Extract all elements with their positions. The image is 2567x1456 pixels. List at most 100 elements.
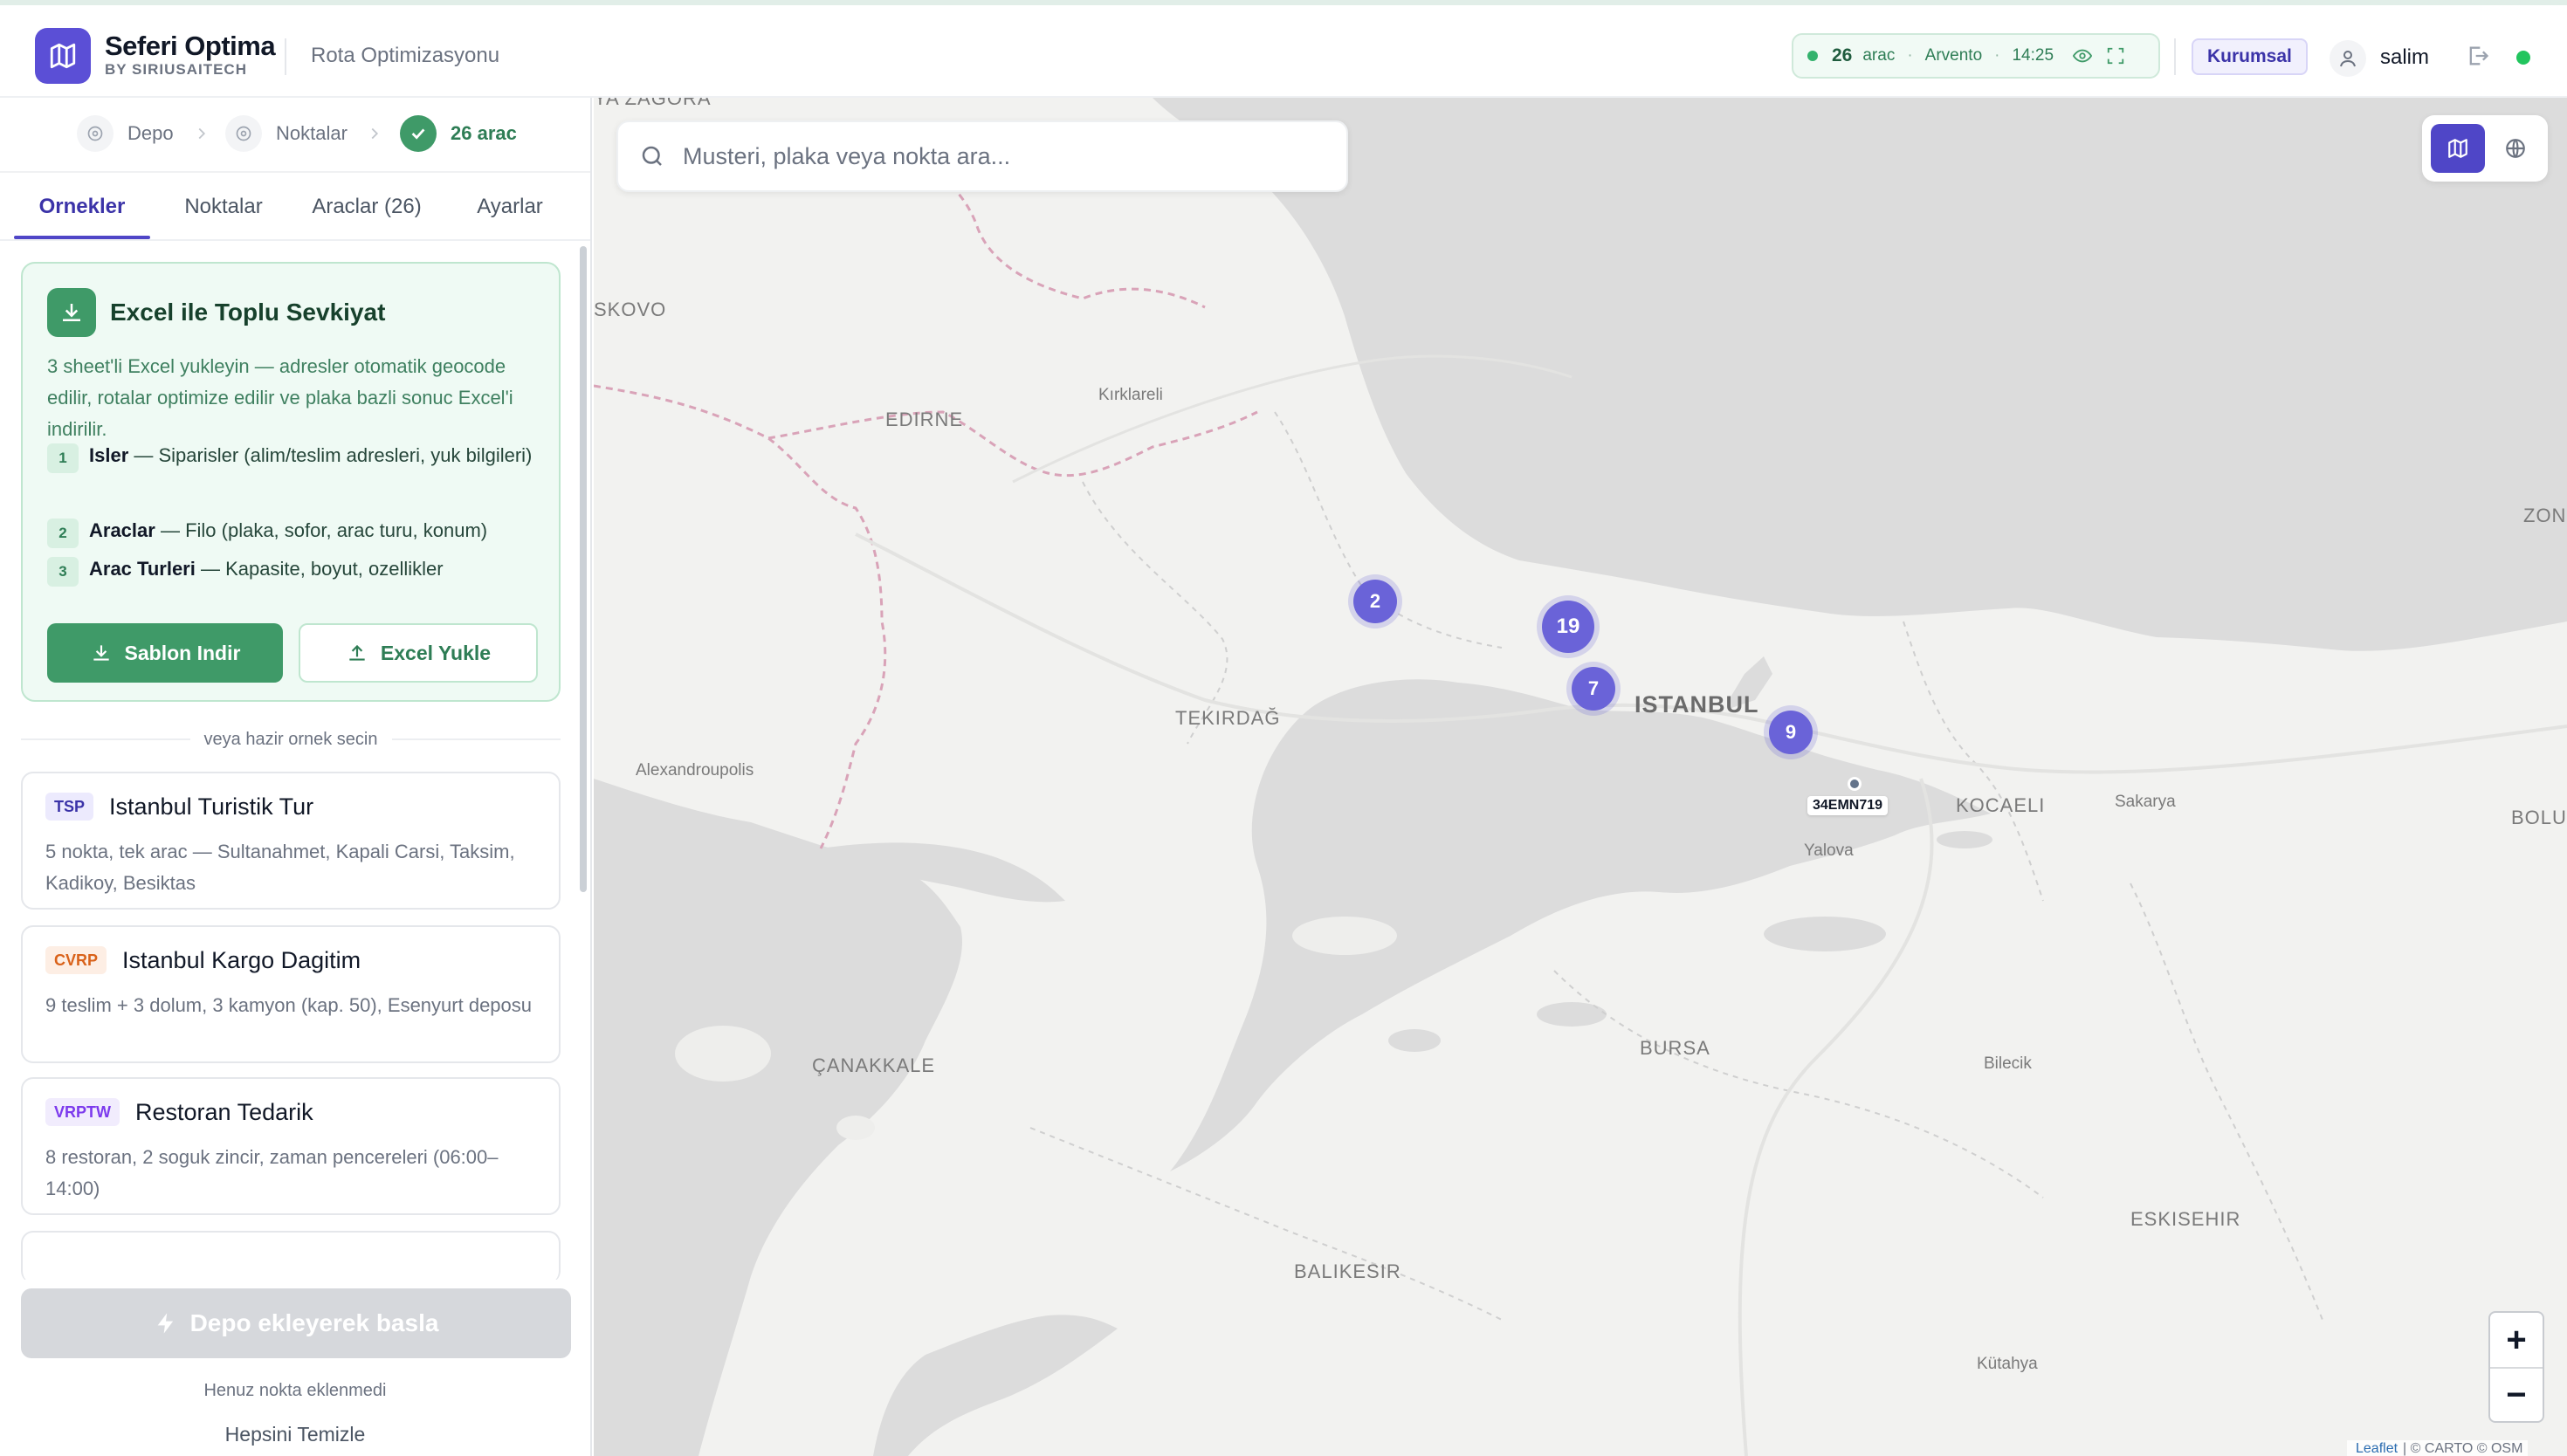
- upload-excel-label: Excel Yukle: [380, 641, 492, 664]
- black-sea: [1153, 98, 2567, 651]
- chevron-right-icon: [371, 127, 379, 140]
- problem-type-badge: CVRP: [45, 946, 107, 974]
- step-label: Depo: [127, 122, 174, 144]
- place-label: BALIKESIR: [1294, 1260, 1401, 1282]
- clear-all-link[interactable]: Hepsini Temizle: [0, 1423, 590, 1446]
- sidebar-tabs: Ornekler Noktalar Araclar (26) Ayarlar: [0, 173, 590, 241]
- divider-line: [391, 738, 561, 740]
- map-search-input[interactable]: [683, 142, 1329, 170]
- step-depo[interactable]: Depo: [77, 113, 174, 154]
- map-cluster[interactable]: 19: [1542, 601, 1594, 653]
- map-cluster[interactable]: 7: [1572, 667, 1615, 711]
- sheet-description: — Siparisler (alim/teslim adresleri, yuk…: [128, 444, 533, 466]
- globe-icon: [2506, 139, 2525, 158]
- user-name[interactable]: salim: [2380, 45, 2429, 70]
- map-tiles: [594, 98, 2567, 1456]
- app-name: Seferi Optima: [105, 31, 276, 61]
- sidebar-footer: Depo ekleyerek basla Henuz nokta eklenme…: [0, 1280, 590, 1456]
- map-layer-button[interactable]: [2431, 124, 2485, 173]
- sidebar-content: Excel ile Toplu Sevkiyat 3 sheet'li Exce…: [0, 241, 590, 1280]
- place-label: BURSA: [1640, 1037, 1710, 1059]
- place-label: Kırklareli: [1098, 386, 1163, 404]
- fleet-status[interactable]: 26 arac · Arvento · 14:25: [1792, 33, 2160, 79]
- zoom-control: + −: [2488, 1311, 2544, 1423]
- map-cluster[interactable]: 2: [1353, 580, 1397, 623]
- step-noktalar[interactable]: Noktalar: [225, 113, 348, 154]
- map-view[interactable]: YA ZAGORA SKOVO Kırklareli EDIRNE TEKIRD…: [594, 98, 2567, 1456]
- sample-description: 8 restoran, 2 soguk zincir, zaman pencer…: [45, 1146, 499, 1199]
- map-cluster[interactable]: 9: [1769, 711, 1813, 754]
- fullscreen-icon[interactable]: [2106, 46, 2125, 65]
- zoom-in-button[interactable]: +: [2490, 1313, 2543, 1367]
- lake-manyas: [1388, 1029, 1441, 1052]
- excel-card-description: 3 sheet'li Excel yukleyin — adresler oto…: [47, 355, 513, 440]
- step-label: 26 arac: [451, 122, 517, 144]
- map-attribution: Leaflet | © CARTO © OSM: [2347, 1440, 2529, 1456]
- vehicle-plate-label[interactable]: 34EMN719: [1807, 796, 1889, 815]
- sheet-item: 3 Arac Turleri — Kapasite, boyut, ozelli…: [47, 555, 536, 587]
- step-vehicles[interactable]: 26 arac: [400, 113, 517, 154]
- place-label: Alexandroupolis: [636, 761, 754, 780]
- separator-dot: ·: [1994, 46, 2000, 65]
- eye-icon[interactable]: [2073, 46, 2093, 65]
- place-label: ISTANBUL: [1634, 691, 1759, 718]
- app-byline: BY SIRIUSAITECH: [105, 61, 247, 78]
- page-title: Rota Optimizasyonu: [311, 44, 500, 67]
- place-label: Bilecik: [1984, 1054, 2032, 1073]
- lake-ulubat: [1537, 1002, 1607, 1027]
- lightning-icon: [157, 1313, 173, 1334]
- province-border: [1082, 481, 1228, 745]
- download-icon: [93, 645, 109, 661]
- separator-dot: ·: [1907, 46, 1913, 65]
- sheet-name: Arac Turleri: [89, 558, 196, 580]
- globe-layer-button[interactable]: [2488, 124, 2543, 173]
- live-status-dot: [1807, 51, 1818, 61]
- logout-icon[interactable]: [2466, 44, 2490, 72]
- leaflet-link[interactable]: Leaflet: [2356, 1441, 2398, 1456]
- tab-ornekler[interactable]: Ornekler: [14, 173, 150, 241]
- start-button-label: Depo ekleyerek basla: [189, 1309, 439, 1336]
- zoom-out-button[interactable]: −: [2490, 1367, 2543, 1421]
- user-avatar-icon[interactable]: [2330, 40, 2366, 77]
- place-label: Sakarya: [2115, 793, 2176, 811]
- map-layer-toggle: [2422, 115, 2548, 182]
- samples-divider-text: veya hazir ornek secin: [203, 729, 378, 749]
- tab-araclar[interactable]: Araclar (26): [297, 173, 437, 241]
- province-border: [2130, 883, 2323, 1321]
- sheet-name: Isler: [89, 444, 129, 466]
- sample-card-cvrp[interactable]: CVRP Istanbul Kargo Dagitim 9 teslim + 3…: [21, 925, 561, 1063]
- tab-noktalar[interactable]: Noktalar: [157, 173, 290, 241]
- divider-line: [21, 738, 190, 740]
- step-pending-icon: [225, 115, 262, 152]
- upload-icon: [349, 644, 365, 661]
- vehicle-marker[interactable]: [1848, 777, 1862, 791]
- app-logo[interactable]: [35, 28, 91, 84]
- sidebar-scrollbar[interactable]: [580, 246, 587, 892]
- sheet-description: — Filo (plaka, sofor, arac turu, konum): [155, 519, 488, 541]
- sheet-item: 1 Isler — Siparisler (alim/teslim adresl…: [47, 442, 536, 473]
- upload-excel-button[interactable]: Excel Yukle: [299, 623, 538, 683]
- download-template-button[interactable]: Sablon Indir: [47, 623, 283, 683]
- sample-card-vrptw[interactable]: VRPTW Restoran Tedarik 8 restoran, 2 sog…: [21, 1077, 561, 1215]
- edremit-gulf: [873, 1315, 1118, 1456]
- marmara-island: [1292, 917, 1397, 955]
- sample-card-partial[interactable]: [21, 1231, 561, 1280]
- problem-type-badge: VRPTW: [45, 1098, 120, 1126]
- tenedos-island: [836, 1116, 875, 1140]
- lake-iznik: [1764, 917, 1886, 951]
- online-status-dot: [2516, 51, 2530, 65]
- map-search-box: [616, 120, 1348, 192]
- sheet-item: 2 Araclar — Filo (plaka, sofor, arac tur…: [47, 517, 536, 548]
- empty-points-note: Henuz nokta eklenmedi: [203, 1381, 387, 1400]
- sample-title: Istanbul Kargo Dagitim: [122, 946, 361, 973]
- step-label: Noktalar: [276, 122, 348, 144]
- place-label: ESKISEHIR: [2130, 1208, 2241, 1230]
- aegean-sea: [594, 779, 962, 1456]
- lake-sapanca: [1937, 831, 1992, 848]
- search-icon: [642, 146, 662, 166]
- sample-card-tsp[interactable]: TSP Istanbul Turistik Tur 5 nokta, tek a…: [21, 772, 561, 910]
- tab-ayarlar[interactable]: Ayarlar: [445, 173, 575, 241]
- start-with-depot-button[interactable]: Depo ekleyerek basla: [21, 1288, 571, 1358]
- sync-time: 14:25: [2012, 46, 2054, 65]
- plan-badge[interactable]: Kurumsal: [2192, 38, 2308, 75]
